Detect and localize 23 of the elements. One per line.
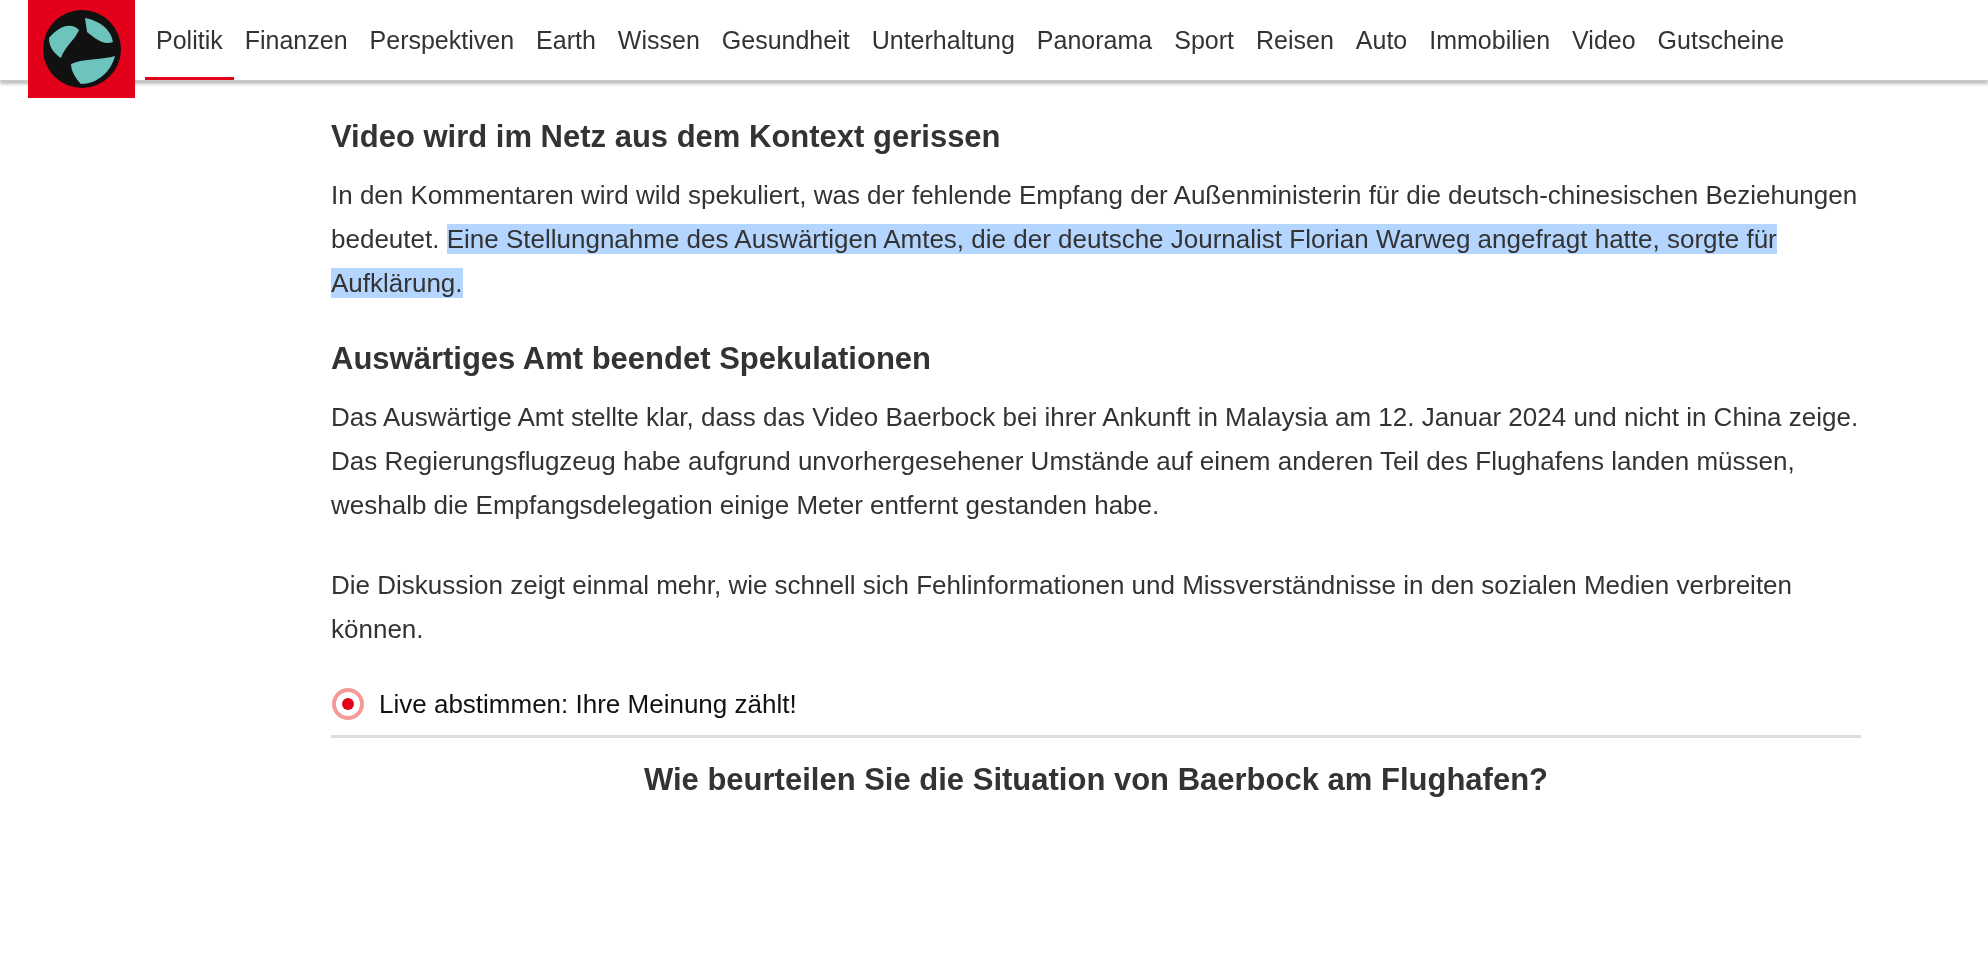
poll-label: Live abstimmen: Ihre Meinung zählt!: [379, 688, 797, 720]
live-dot-icon: [331, 687, 365, 721]
nav-link[interactable]: Panorama: [1025, 0, 1164, 80]
nav-link[interactable]: Gutscheine: [1646, 0, 1796, 80]
nav-link[interactable]: Auto: [1344, 0, 1419, 80]
nav-link[interactable]: Wissen: [606, 0, 711, 80]
paragraph: Das Auswärtige Amt stellte klar, dass das Video Baerbock bei ihrer Ankunft in Malaysia am 12. Januar 2024 und nicht in China zeige. Das Regierungsflugzeug habe aufgrund unvorhergesehener Umstände auf einem anderen Teil des Flughafens landen müssen, weshalb die Empfangsdelegation einige Meter entfernt gestanden habe.: [331, 401, 1860, 522]
globe-icon: [40, 8, 123, 90]
poll-question: Wie beurteilen Sie die Situation von Baerbock am Flughafen?: [642, 762, 1549, 798]
paragraph: Die Diskussion zeigt einmal mehr, wie schnell sich Fehlinformationen und Missverständnisse in den sozialen Medien verbreiten können.: [331, 569, 1794, 646]
nav-link[interactable]: Perspektiven: [358, 0, 526, 80]
section-heading: Video wird im Netz aus dem Kontext gerissen: [331, 119, 1002, 155]
nav-link[interactable]: Reisen: [1244, 0, 1345, 80]
nav-link[interactable]: Politik: [145, 0, 234, 80]
nav-link[interactable]: Unterhaltung: [860, 0, 1026, 80]
nav-link[interactable]: Earth: [525, 0, 607, 80]
section-heading: Auswärtiges Amt beendet Spekulationen: [331, 341, 933, 377]
nav-link[interactable]: Immobilien: [1418, 0, 1562, 80]
nav-link[interactable]: Finanzen: [233, 0, 359, 80]
nav-link[interactable]: Gesundheit: [710, 0, 861, 80]
logo[interactable]: [28, 0, 135, 98]
nav-link[interactable]: Sport: [1163, 0, 1245, 80]
nav-link[interactable]: Video: [1561, 0, 1647, 80]
